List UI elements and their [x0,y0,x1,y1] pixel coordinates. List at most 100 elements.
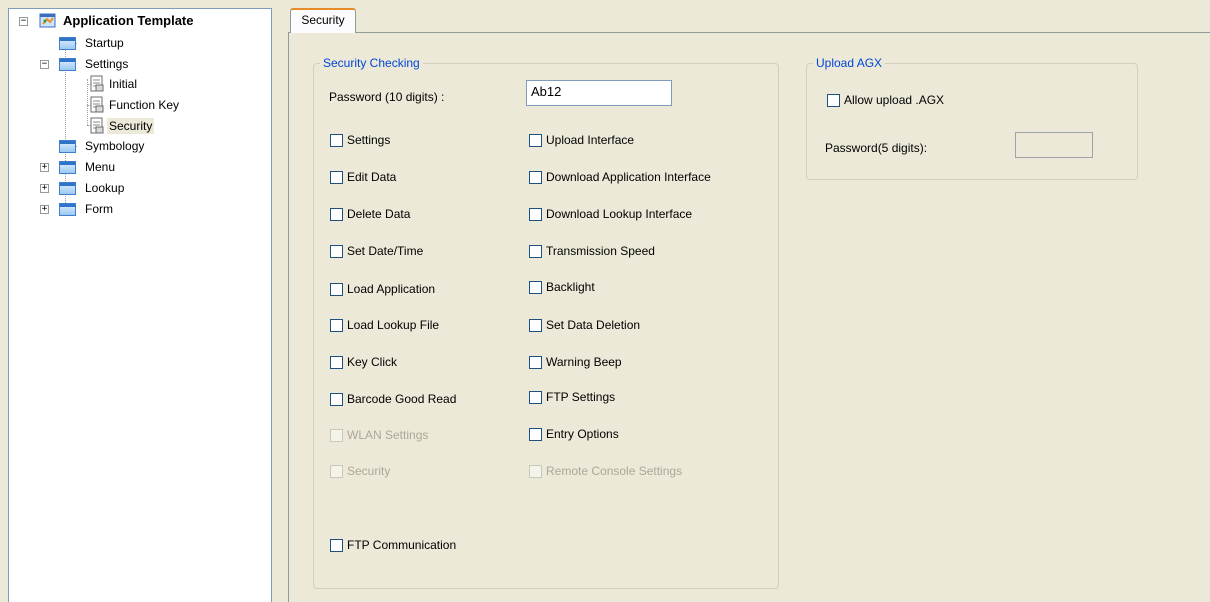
password-label: Password (10 digits) : [329,90,445,104]
allow-upload-agx-checkbox[interactable]: Allow upload .AGX [827,91,944,109]
set-data-deletion-checkbox[interactable]: Set Data Deletion [529,316,640,334]
checkbox-box[interactable] [330,207,343,221]
checkbox-label: Key Click [347,355,398,369]
security-checkbox: Security [330,462,390,480]
checkbox-box[interactable] [529,390,542,404]
document-icon [90,75,104,92]
checkbox-label: Load Application [347,282,436,296]
tab-security[interactable]: Security [290,8,356,33]
set-date-time-checkbox[interactable]: Set Date/Time [330,242,423,260]
checkbox-label: Load Lookup File [347,318,440,332]
checkbox-box[interactable] [529,318,542,332]
checkbox-label: FTP Communication [347,538,457,552]
checkbox-label: Transmission Speed [546,244,655,258]
tree-item-startup[interactable]: Startup [83,35,126,51]
checkbox-box[interactable] [330,282,343,296]
checkbox-box [529,464,542,478]
edit-data-checkbox[interactable]: Edit Data [330,168,396,186]
expand-icon[interactable]: + [40,184,49,193]
checkbox-label: Settings [347,133,391,147]
checkbox-box[interactable] [330,392,343,406]
expand-icon[interactable]: + [40,205,49,214]
tree-item-lookup[interactable]: Lookup [83,180,126,196]
upload-interface-checkbox[interactable]: Upload Interface [529,131,634,149]
tree-item-function-key[interactable]: Function Key [107,97,181,113]
folder-icon [59,161,76,174]
checkbox-box[interactable] [529,244,542,258]
checkbox-label: WLAN Settings [347,428,429,442]
tree-item-form[interactable]: Form [83,201,115,217]
remote-console-settings-checkbox: Remote Console Settings [529,462,682,480]
checkbox-label: Edit Data [347,170,397,184]
folder-icon [59,203,76,216]
checkbox-label: FTP Settings [546,390,616,404]
folder-icon [59,37,76,50]
download-lookup-interface-checkbox[interactable]: Download Lookup Interface [529,205,692,223]
tree-item-initial[interactable]: Initial [107,76,139,92]
document-icon [90,117,104,134]
checkbox-label: Remote Console Settings [546,464,683,478]
checkbox-box [330,428,343,442]
load-lookup-file-checkbox[interactable]: Load Lookup File [330,316,439,334]
checkbox-box[interactable] [330,355,343,369]
download-application-interface-checkbox[interactable]: Download Application Interface [529,168,711,186]
checkbox-label: Delete Data [347,207,411,221]
delete-data-checkbox[interactable]: Delete Data [330,205,410,223]
group-title: Upload AGX [813,56,886,70]
upload-agx-group: Upload AGX [806,56,1138,180]
tree-root-label[interactable]: Application Template [61,13,196,29]
checkbox-box[interactable] [330,538,343,552]
tree-item-symbology[interactable]: Symbology [83,138,146,154]
transmission-speed-checkbox[interactable]: Transmission Speed [529,242,655,260]
folder-icon [59,58,76,71]
checkbox-box[interactable] [529,355,542,369]
barcode-good-read-checkbox[interactable]: Barcode Good Read [330,390,456,408]
checkbox-label: Backlight [546,280,595,294]
checkbox-label: Download Application Interface [546,170,711,184]
expand-icon[interactable]: + [40,163,49,172]
tree-line [87,79,88,125]
checkbox-box[interactable] [330,170,343,184]
wlan-settings-checkbox: WLAN Settings [330,426,428,444]
checkbox-label: Barcode Good Read [347,392,457,406]
checkbox-box[interactable] [827,93,840,107]
tree-item-menu[interactable]: Menu [83,159,117,175]
checkbox-label: Warning Beep [546,355,622,369]
tree-view[interactable]: − Application Template Startup − Setting… [8,8,272,602]
tree-item-security[interactable]: Security [107,118,155,134]
checkbox-box[interactable] [529,133,542,147]
checkbox-box[interactable] [330,318,343,332]
entry-options-checkbox[interactable]: Entry Options [529,425,619,443]
load-application-checkbox[interactable]: Load Application [330,280,435,298]
checkbox-label: Upload Interface [546,133,635,147]
group-title: Security Checking [320,56,423,70]
password-input[interactable]: Ab12 [526,80,672,106]
checkbox-label: Download Lookup Interface [546,207,693,221]
checkbox-box[interactable] [330,133,343,147]
agx-password-label: Password(5 digits): [825,141,928,155]
agx-password-input [1015,132,1093,158]
checkbox-label: Entry Options [546,427,619,441]
checkbox-label: Set Data Deletion [546,318,641,332]
checkbox-label: Set Date/Time [347,244,424,258]
checkbox-box[interactable] [330,244,343,258]
checkbox-label: Allow upload .AGX [844,93,945,107]
checkbox-box [330,464,343,478]
tree-item-settings[interactable]: Settings [83,56,130,72]
checkbox-box[interactable] [529,170,542,184]
ftp-communication-checkbox[interactable]: FTP Communication [330,536,456,554]
application-icon [39,13,56,28]
warning-beep-checkbox[interactable]: Warning Beep [529,353,622,371]
checkbox-label: Security [347,464,391,478]
settings-checkbox[interactable]: Settings [330,131,390,149]
checkbox-box[interactable] [529,207,542,221]
folder-icon [59,140,76,153]
tab-page: Security Checking Password (10 digits) :… [288,32,1210,602]
key-click-checkbox[interactable]: Key Click [330,353,397,371]
collapse-icon[interactable]: − [19,17,28,26]
checkbox-box[interactable] [529,427,542,441]
ftp-settings-checkbox[interactable]: FTP Settings [529,388,615,406]
collapse-icon[interactable]: − [40,60,49,69]
checkbox-box[interactable] [529,280,542,294]
backlight-checkbox[interactable]: Backlight [529,278,595,296]
